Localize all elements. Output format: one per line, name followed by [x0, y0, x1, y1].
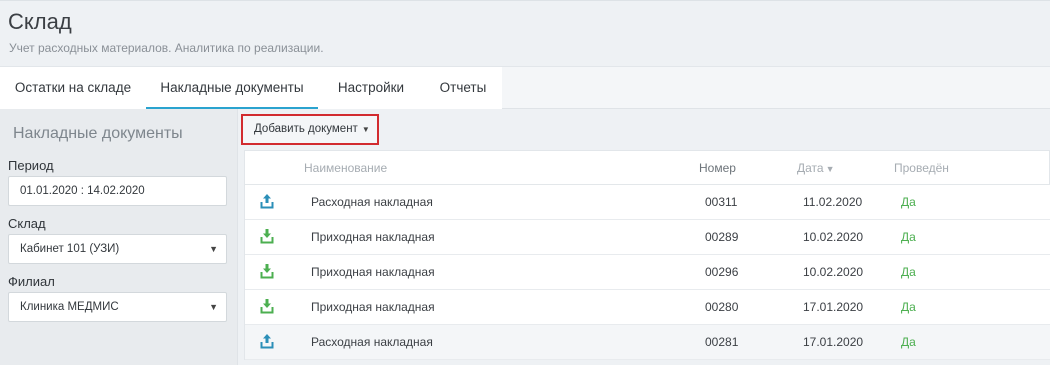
- column-header-number[interactable]: Номер: [699, 161, 736, 175]
- branch-select[interactable]: Клиника МЕДМИС ▼: [8, 292, 227, 322]
- document-name: Расходная накладная: [311, 195, 433, 209]
- document-date: 17.01.2020: [803, 335, 864, 349]
- period-input[interactable]: 01.01.2020 : 14.02.2020: [8, 176, 227, 206]
- download-icon[interactable]: [260, 263, 274, 279]
- sidebar-title: Накладные документы: [13, 125, 183, 142]
- page-title: Склад: [8, 9, 72, 34]
- sort-desc-icon: ▼: [825, 164, 835, 174]
- tab-settings[interactable]: Настройки: [318, 67, 424, 109]
- tab-invoice-documents[interactable]: Накладные документы: [146, 67, 318, 109]
- table-row[interactable]: Приходная накладная 00280 17.01.2020 Да: [245, 290, 1050, 325]
- warehouse-label: Склад: [8, 216, 46, 231]
- chevron-down-icon: ▼: [209, 302, 218, 312]
- add-document-button[interactable]: Добавить документ ▼: [241, 114, 379, 145]
- document-name: Расходная накладная: [311, 335, 433, 349]
- download-icon[interactable]: [260, 228, 274, 244]
- table-row[interactable]: Расходная накладная 00311 11.02.2020 Да: [245, 185, 1050, 220]
- document-number: 00311: [705, 195, 738, 209]
- document-number: 00296: [705, 265, 739, 279]
- document-date: 10.02.2020: [803, 265, 864, 279]
- tab-reports[interactable]: Отчеты: [424, 67, 502, 109]
- document-number: 00280: [705, 300, 739, 314]
- page-header: Склад Учет расходных материалов. Аналити…: [0, 0, 1050, 66]
- document-posted-status: Да: [901, 335, 916, 349]
- warehouse-select[interactable]: Кабинет 101 (УЗИ) ▼: [8, 234, 227, 264]
- column-header-date-label: Дата: [797, 161, 824, 175]
- document-date: 10.02.2020: [803, 230, 864, 244]
- document-posted-status: Да: [901, 230, 916, 244]
- document-posted-status: Да: [901, 265, 916, 279]
- tab-bar: Остатки на складе Накладные документы На…: [0, 66, 1050, 109]
- documents-table: Наименование Номер Дата ▼ Проведён Расход…: [244, 150, 1050, 360]
- document-name: Приходная накладная: [311, 230, 435, 244]
- document-date: 11.02.2020: [803, 195, 863, 209]
- table-row[interactable]: Расходная накладная 00281 17.01.2020 Да: [245, 325, 1050, 360]
- warehouse-select-value: Кабинет 101 (УЗИ): [20, 243, 120, 255]
- period-label: Период: [8, 158, 54, 173]
- column-header-name[interactable]: Наименование: [304, 161, 387, 175]
- document-number: 00281: [705, 335, 739, 349]
- upload-icon[interactable]: [260, 193, 274, 209]
- divider: [237, 109, 238, 365]
- column-header-date[interactable]: Дата ▼: [797, 161, 835, 175]
- add-document-label: Добавить документ: [254, 123, 358, 135]
- table-header: Наименование Номер Дата ▼ Проведён: [245, 151, 1050, 185]
- chevron-down-icon: ▼: [209, 244, 218, 254]
- table-row[interactable]: Приходная накладная 00289 10.02.2020 Да: [245, 220, 1050, 255]
- branch-label: Филиал: [8, 274, 55, 289]
- tab-stock-balance[interactable]: Остатки на складе: [0, 67, 146, 109]
- table-row[interactable]: Приходная накладная 00296 10.02.2020 Да: [245, 255, 1050, 290]
- upload-icon[interactable]: [260, 333, 274, 349]
- download-icon[interactable]: [260, 298, 274, 314]
- document-posted-status: Да: [901, 195, 916, 209]
- column-header-posted[interactable]: Проведён: [894, 161, 949, 175]
- page-subtitle: Учет расходных материалов. Аналитика по …: [9, 41, 324, 55]
- document-name: Приходная накладная: [311, 300, 435, 314]
- caret-down-icon: ▼: [361, 125, 370, 134]
- document-name: Приходная накладная: [311, 265, 435, 279]
- document-posted-status: Да: [901, 300, 916, 314]
- document-date: 17.01.2020: [803, 300, 864, 314]
- branch-select-value: Клиника МЕДМИС: [20, 301, 119, 313]
- document-number: 00289: [705, 230, 739, 244]
- filter-sidebar: Накладные документы Период 01.01.2020 : …: [0, 109, 237, 365]
